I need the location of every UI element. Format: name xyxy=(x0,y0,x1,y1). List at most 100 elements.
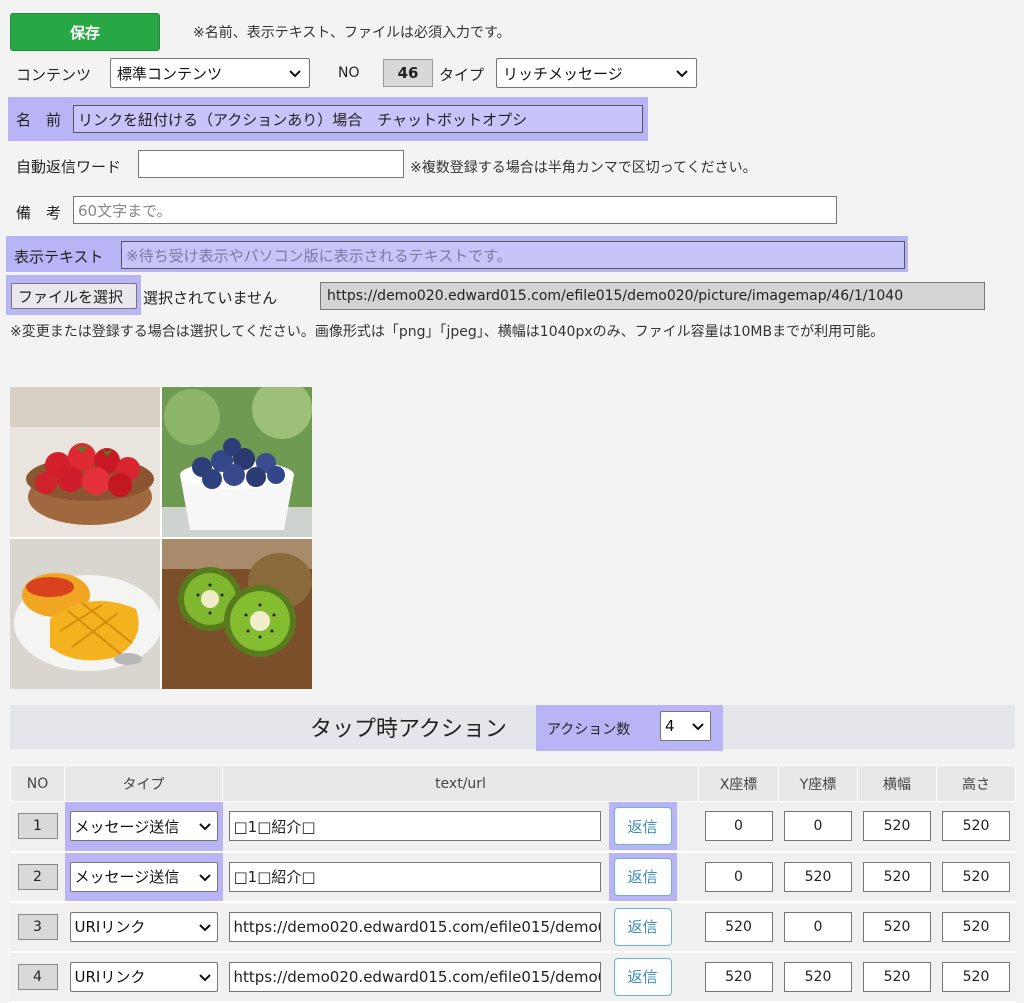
row-width-cell: 520 xyxy=(857,801,937,853)
row-number: 4 xyxy=(17,963,58,990)
row-height-cell: 520 xyxy=(936,951,1016,1003)
x-coordinate-input[interactable]: 0 xyxy=(704,811,773,842)
row-text-cell: □1□紹介□ xyxy=(222,801,607,853)
row-no-cell: 3 xyxy=(10,901,65,953)
reply-button[interactable]: 返信 xyxy=(613,807,672,846)
row-y-cell: 520 xyxy=(778,951,858,1003)
reply-button-wrap: 返信 xyxy=(608,852,677,901)
content-select-value: 標準コンテンツ xyxy=(117,64,223,83)
row-no-cell: 1 xyxy=(10,801,65,853)
actions-header-bar xyxy=(10,705,1015,749)
row-x-cell: 520 xyxy=(698,951,779,1003)
column-header-type: タイプ xyxy=(64,765,223,802)
strawberries-image xyxy=(10,387,160,537)
reply-button[interactable]: 返信 xyxy=(613,857,672,896)
x-coordinate-input[interactable]: 0 xyxy=(704,861,773,892)
chevron-down-icon xyxy=(676,70,688,78)
width-input[interactable]: 520 xyxy=(863,961,931,992)
file-status: 選択されていません xyxy=(143,289,278,307)
action-count-select[interactable]: 4 xyxy=(660,711,711,741)
file-select-button[interactable]: ファイルを選択 xyxy=(11,283,137,309)
action-text-input[interactable]: https://demo020.edward015.com/efile015/d… xyxy=(228,961,601,992)
row-type-cell: メッセージ送信 xyxy=(64,851,223,903)
row-x-cell: 0 xyxy=(698,851,779,903)
height-input[interactable]: 520 xyxy=(942,861,1010,892)
action-type-select[interactable]: メッセージ送信 xyxy=(69,861,218,892)
row-width-cell: 520 xyxy=(857,901,937,953)
action-count-value: 4 xyxy=(665,717,675,735)
width-input[interactable]: 520 xyxy=(863,911,931,942)
no-value: 46 xyxy=(383,59,433,87)
chevron-down-icon xyxy=(198,923,211,931)
row-text-cell: □1□紹介□ xyxy=(222,851,607,903)
row-type-cell: URIリンク xyxy=(64,951,223,1003)
y-coordinate-input[interactable]: 0 xyxy=(784,811,852,842)
row-no-cell: 4 xyxy=(10,951,65,1003)
width-input[interactable]: 520 xyxy=(863,861,931,892)
column-header-y: Y座標 xyxy=(778,765,858,802)
row-width-cell: 520 xyxy=(857,951,937,1003)
content-select[interactable]: 標準コンテンツ xyxy=(110,58,310,88)
action-type-value: URIリンク xyxy=(74,918,146,936)
row-y-cell: 520 xyxy=(778,851,858,903)
column-header-width: 横幅 xyxy=(857,765,937,802)
action-text-input[interactable]: □1□紹介□ xyxy=(228,861,601,892)
chevron-down-icon xyxy=(198,973,211,981)
type-label: タイプ xyxy=(439,66,485,84)
row-number: 2 xyxy=(17,863,58,890)
display-text-placeholder: ※待ち受け表示やパソコン版に表示されるテキストです。 xyxy=(126,246,512,265)
table-row: 3 URIリンク https://demo020.edward015.com/efi… xyxy=(10,901,1016,953)
row-reply-cell: 返信 xyxy=(606,801,699,853)
table-header-row: NO タイプ text/url X座標 Y座標 横幅 高さ xyxy=(10,765,1016,802)
chevron-down-icon xyxy=(198,823,211,831)
reply-button[interactable]: 返信 xyxy=(613,957,672,996)
row-text-cell: https://demo020.edward015.com/efile015/d… xyxy=(222,951,607,1003)
reply-button-wrap: 返信 xyxy=(608,802,677,851)
blueberries-image xyxy=(162,387,312,537)
row-no-cell: 2 xyxy=(10,851,65,903)
row-x-cell: 520 xyxy=(698,901,779,953)
file-note: ※変更または登録する場合は選択してください。画像形式は「png」「jpeg」、横… xyxy=(10,324,885,340)
action-text-input[interactable]: □1□紹介□ xyxy=(228,811,601,842)
auto-reply-input[interactable] xyxy=(138,150,404,178)
row-height-cell: 520 xyxy=(936,801,1016,853)
height-input[interactable]: 520 xyxy=(942,961,1010,992)
kiwi-image xyxy=(162,539,312,689)
row-height-cell: 520 xyxy=(936,901,1016,953)
y-coordinate-input[interactable]: 520 xyxy=(784,961,852,992)
row-height-cell: 520 xyxy=(936,851,1016,903)
action-type-select[interactable]: URIリンク xyxy=(69,911,218,942)
name-input[interactable]: リンクを紐付ける（アクションあり）場合 チャットボットオプシ xyxy=(73,105,643,133)
row-reply-cell: 返信 xyxy=(606,901,699,953)
chevron-down-icon xyxy=(289,70,301,78)
action-type-value: URIリンク xyxy=(74,968,146,986)
reply-button[interactable]: 返信 xyxy=(613,907,672,946)
row-width-cell: 520 xyxy=(857,851,937,903)
x-coordinate-input[interactable]: 520 xyxy=(704,911,773,942)
chevron-down-icon xyxy=(198,873,211,881)
action-text-input[interactable]: https://demo020.edward015.com/efile015/d… xyxy=(228,911,601,942)
actions-title: タップ時アクション xyxy=(310,717,507,742)
memo-placeholder: 60文字まで。 xyxy=(78,201,172,220)
row-type-cell: URIリンク xyxy=(64,901,223,953)
column-header-height: 高さ xyxy=(936,765,1016,802)
table-row: 2 メッセージ送信 □1□紹介□ 返信 0 520 520 520 xyxy=(10,851,1016,903)
y-coordinate-input[interactable]: 520 xyxy=(784,861,852,892)
mango-image xyxy=(10,539,160,689)
y-coordinate-input[interactable]: 0 xyxy=(784,911,852,942)
display-text-label: 表示テキスト xyxy=(14,248,104,266)
width-input[interactable]: 520 xyxy=(863,811,931,842)
save-button[interactable]: 保存 xyxy=(10,13,160,51)
display-text-input[interactable]: ※待ち受け表示やパソコン版に表示されるテキストです。 xyxy=(121,241,905,269)
row-type-cell: メッセージ送信 xyxy=(64,801,223,853)
row-x-cell: 0 xyxy=(698,801,779,853)
row-text-cell: https://demo020.edward015.com/efile015/d… xyxy=(222,901,607,953)
height-input[interactable]: 520 xyxy=(942,911,1010,942)
memo-input[interactable]: 60文字まで。 xyxy=(73,196,837,224)
height-input[interactable]: 520 xyxy=(942,811,1010,842)
action-type-select[interactable]: メッセージ送信 xyxy=(69,811,218,842)
actions-table: NO タイプ text/url X座標 Y座標 横幅 高さ 1 メッセージ送信 □1… xyxy=(10,765,1016,1003)
x-coordinate-input[interactable]: 520 xyxy=(704,961,773,992)
action-type-select[interactable]: URIリンク xyxy=(69,961,218,992)
type-select[interactable]: リッチメッセージ xyxy=(496,58,697,88)
